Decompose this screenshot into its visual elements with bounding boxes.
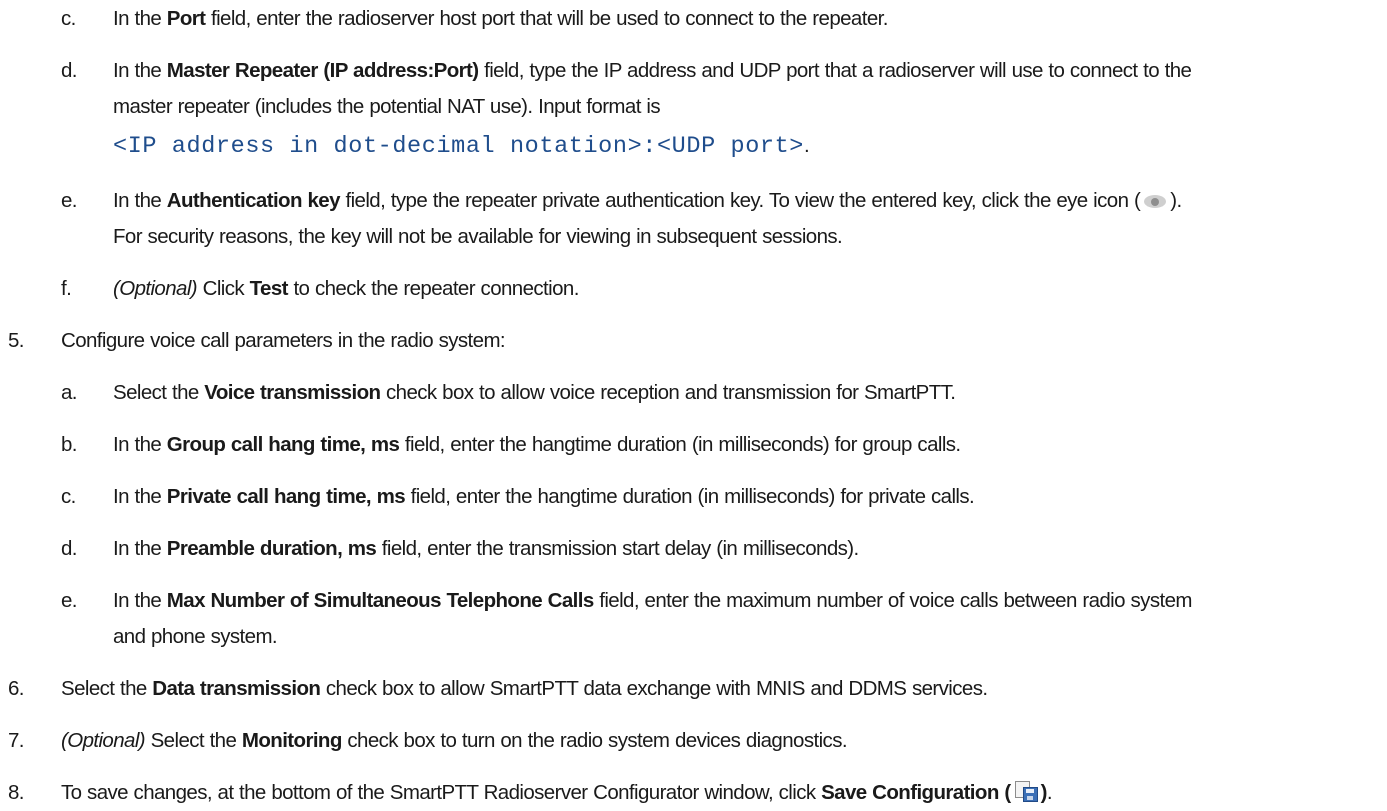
list-marker: 6. (8, 677, 25, 700)
step-text: In the Master Repeater (IP address:Port)… (113, 59, 1192, 82)
list-marker: 7. (8, 729, 25, 752)
field-name-max-telephone-calls: Max Number of Simultaneous Telephone Cal… (166, 589, 594, 612)
step-text: In the Authentication key field, type th… (113, 189, 1182, 212)
list-marker: d. (61, 59, 78, 82)
button-name-test: Test (249, 277, 289, 300)
field-name-port: Port (166, 7, 206, 30)
button-name-save-configuration: Save Configuration () (821, 781, 1047, 804)
step-text: (Optional) Select the Monitoring check b… (61, 729, 848, 752)
save-icon (1014, 781, 1038, 802)
field-name-monitoring: Monitoring (241, 729, 342, 752)
step-text: For security reasons, the key will not b… (113, 225, 843, 248)
list-marker: 5. (8, 329, 25, 352)
step-text: and phone system. (113, 625, 278, 648)
step-text: Select the Data transmission check box t… (61, 677, 988, 700)
step-text: (Optional) Click Test to check the repea… (113, 277, 579, 300)
list-marker: c. (61, 485, 76, 508)
list-marker: f. (61, 277, 72, 300)
input-format: <IP address in dot-decimal notation>:<UD… (113, 133, 810, 160)
list-marker: e. (61, 189, 78, 212)
list-marker: c. (61, 7, 76, 30)
step-text: Select the Voice transmission check box … (113, 381, 956, 404)
step-text: In the Max Number of Simultaneous Teleph… (113, 589, 1192, 612)
list-marker: 8. (8, 781, 25, 804)
step-text: In the Private call hang time, ms field,… (113, 485, 975, 508)
field-name-private-call-hang-time: Private call hang time, ms (166, 485, 406, 508)
list-marker: d. (61, 537, 78, 560)
field-name-voice-transmission: Voice transmission (204, 381, 381, 404)
step-text: In the Port field, enter the radioserver… (113, 7, 888, 30)
field-name-data-transmission: Data transmission (152, 677, 321, 700)
step-text: In the Group call hang time, ms field, e… (113, 433, 961, 456)
field-name-preamble-duration: Preamble duration, ms (166, 537, 377, 560)
list-marker: a. (61, 381, 78, 404)
list-marker: e. (61, 589, 78, 612)
step-text: To save changes, at the bottom of the Sm… (61, 781, 1053, 804)
step-text: Configure voice call parameters in the r… (61, 329, 506, 352)
list-marker: b. (61, 433, 78, 456)
field-name-master-repeater: Master Repeater (IP address:Port) (166, 59, 479, 82)
eye-icon (1144, 195, 1167, 208)
step-text: master repeater (includes the potential … (113, 95, 661, 118)
field-name-group-call-hang-time: Group call hang time, ms (166, 433, 400, 456)
field-name-authentication-key: Authentication key (166, 189, 341, 212)
input-format-code: <IP address in dot-decimal notation>:<UD… (113, 133, 805, 160)
step-text: In the Preamble duration, ms field, ente… (113, 537, 859, 560)
